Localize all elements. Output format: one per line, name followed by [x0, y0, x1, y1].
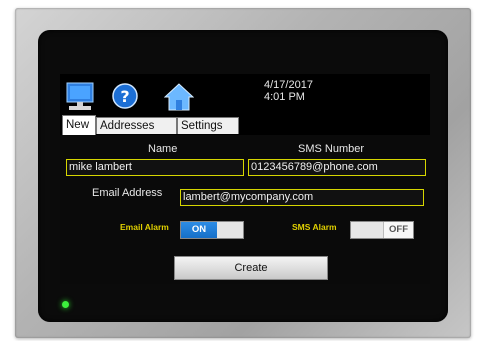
sms-alarm-state: OFF — [383, 222, 413, 238]
home-icon[interactable] — [164, 82, 194, 112]
date-text: 4/17/2017 — [264, 79, 313, 91]
help-icon[interactable]: ? — [112, 83, 138, 109]
sms-number-label: SMS Number — [298, 143, 365, 155]
email-address-field[interactable]: lambert@mycompany.com — [180, 189, 424, 206]
name-field[interactable]: mike lambert — [66, 159, 244, 176]
email-alarm-label: Email Alarm — [120, 222, 169, 232]
sms-number-field[interactable]: 0123456789@phone.com — [248, 159, 426, 176]
touch-screen: ? 4/17/2017 4:01 PM New Addresses Settin… — [60, 74, 430, 284]
email-alarm-state: ON — [181, 222, 217, 238]
time-text: 4:01 PM — [264, 91, 305, 103]
name-label: Name — [148, 143, 178, 155]
svg-text:?: ? — [120, 87, 129, 106]
sms-alarm-toggle[interactable]: OFF — [350, 221, 414, 239]
new-contact-form: Name SMS Number mike lambert 0123456789@… — [60, 135, 430, 284]
date-time: 4/17/2017 4:01 PM — [264, 79, 313, 103]
email-alarm-toggle[interactable]: ON — [180, 221, 244, 239]
tab-bar: New Addresses Settings — [60, 114, 430, 135]
toggle-track — [351, 222, 384, 238]
tab-settings[interactable]: Settings — [177, 117, 239, 134]
toggle-track — [217, 222, 243, 238]
email-address-label: Email Address — [92, 187, 163, 199]
sms-alarm-label: SMS Alarm — [292, 222, 337, 232]
status-led — [62, 301, 69, 308]
create-button[interactable]: Create — [174, 256, 328, 280]
tab-new[interactable]: New — [62, 115, 96, 135]
computer-icon[interactable] — [66, 82, 94, 112]
tab-addresses[interactable]: Addresses — [96, 117, 177, 134]
